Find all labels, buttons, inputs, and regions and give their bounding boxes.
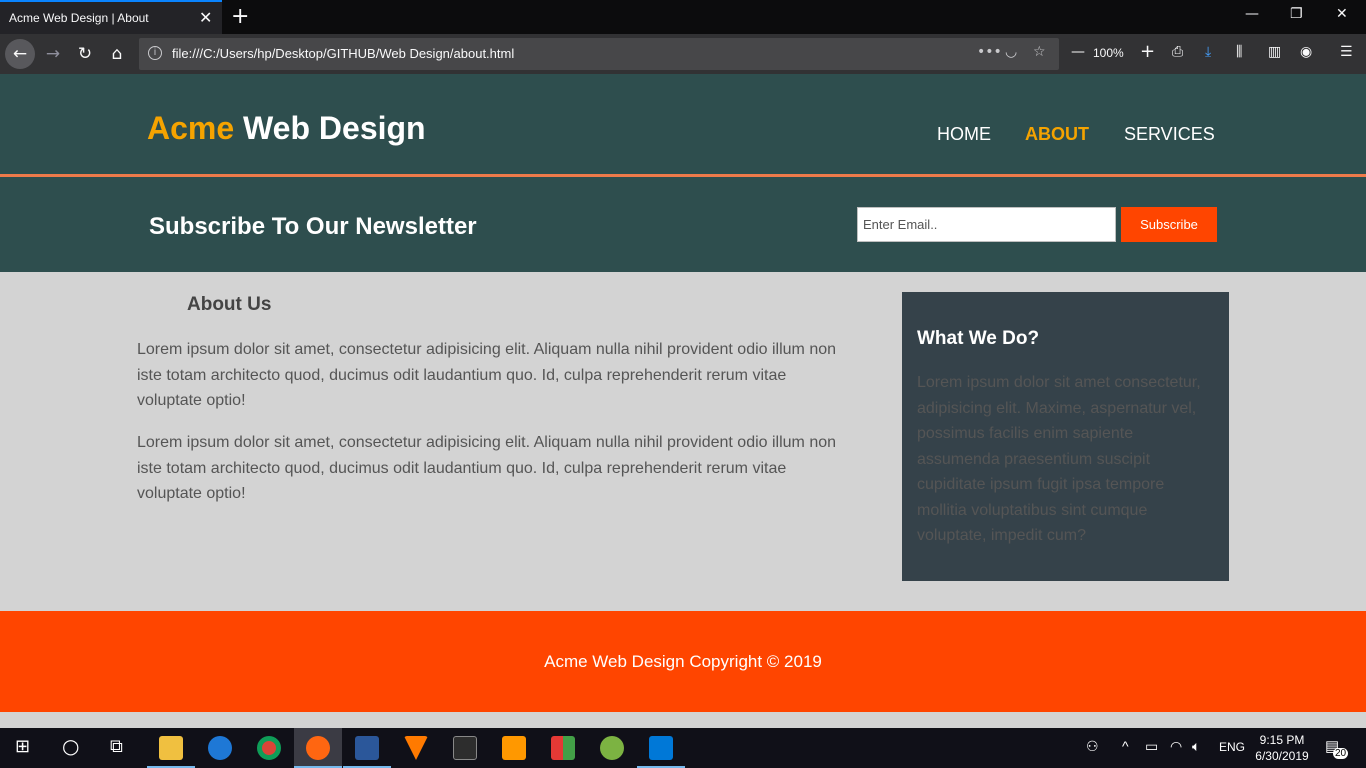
windows-start-icon[interactable]: ⊞ <box>15 736 30 757</box>
android-studio-icon[interactable] <box>600 736 624 760</box>
restore-icon[interactable]: ❐ <box>1290 6 1303 22</box>
minimize-icon[interactable]: — <box>1245 6 1259 22</box>
sublime-text-icon[interactable] <box>502 736 526 760</box>
bookmark-star-icon[interactable]: ☆ <box>1033 44 1046 60</box>
menu-icon[interactable]: ☰ <box>1340 44 1353 60</box>
sidebar-heading: What We Do? <box>917 328 1040 349</box>
zoom-level[interactable]: 100% <box>1093 46 1124 60</box>
nav-about[interactable]: ABOUT <box>1025 124 1089 145</box>
web-page: Acme Web Design HOME ABOUT SERVICES Subs… <box>0 74 1366 728</box>
edge-icon[interactable] <box>208 736 232 760</box>
forward-icon[interactable]: → <box>39 40 67 68</box>
clock-time: 9:15 PM <box>1259 733 1305 747</box>
logo-rest: Web Design <box>234 110 426 146</box>
vscode-icon[interactable] <box>649 736 673 760</box>
clock[interactable]: 9:15 PM 6/30/2019 <box>1244 732 1320 764</box>
page-actions-icon[interactable]: ••• <box>977 44 1002 60</box>
people-icon[interactable]: ⚇ <box>1086 738 1099 755</box>
taskbar: ⊞ ○ ⧉ ⚇ ^ ▭ ◠ 🔈︎ ENG 9:15 PM 6/30/2019 ▤… <box>0 728 1366 768</box>
browser-tab-active[interactable]: Acme Web Design | About ✕ <box>0 0 222 34</box>
back-icon[interactable]: ← <box>5 39 35 69</box>
file-explorer-icon[interactable] <box>159 736 183 760</box>
sidebar-icon[interactable]: ▥ <box>1268 44 1281 60</box>
address-bar[interactable]: i file:///C:/Users/hp/Desktop/GITHUB/Web… <box>139 38 1059 70</box>
library-icon[interactable]: ⫼ <box>1236 44 1242 60</box>
logo-highlight: Acme <box>147 110 235 146</box>
newsletter-section: Subscribe To Our Newsletter Subscribe <box>0 177 1366 272</box>
app-grid-icon[interactable] <box>551 736 575 760</box>
firefox-icon[interactable] <box>306 736 330 760</box>
notification-count-badge: 20 <box>1333 748 1349 759</box>
new-tab-icon[interactable]: + <box>231 4 249 29</box>
tab-title: Acme Web Design | About <box>9 11 149 25</box>
site-info-icon[interactable]: i <box>148 46 162 60</box>
site-logo[interactable]: Acme Web Design <box>147 110 426 147</box>
page-title: About Us <box>187 294 272 315</box>
word-icon[interactable] <box>355 736 379 760</box>
print-icon[interactable]: ⎙ <box>1172 44 1183 60</box>
taskbar-firefox-active[interactable] <box>294 728 342 768</box>
url-text[interactable]: file:///C:/Users/hp/Desktop/GITHUB/Web D… <box>172 46 514 61</box>
about-paragraph: Lorem ipsum dolor sit amet, consectetur … <box>137 434 837 502</box>
site-footer: Acme Web Design Copyright © 2019 <box>0 611 1366 712</box>
close-tab-icon[interactable]: ✕ <box>199 8 212 28</box>
search-icon[interactable]: ○ <box>62 734 79 758</box>
clock-date: 6/30/2019 <box>1255 749 1309 763</box>
show-hidden-icons-icon[interactable]: ^ <box>1122 738 1129 754</box>
about-paragraph: Lorem ipsum dolor sit amet, consectetur … <box>137 341 837 409</box>
newsletter-heading: Subscribe To Our Newsletter <box>149 213 477 240</box>
email-input[interactable] <box>857 207 1116 242</box>
home-icon[interactable]: ⌂ <box>103 40 131 68</box>
wifi-icon[interactable]: ◠ <box>1170 738 1182 755</box>
sidebar-text: Lorem ipsum dolor sit amet consectetur, … <box>917 374 1201 544</box>
language-indicator[interactable]: ENG <box>1219 740 1245 754</box>
sidebar-box: What We Do? Lorem ipsum dolor sit amet c… <box>902 292 1229 581</box>
reload-icon[interactable]: ↻ <box>71 40 99 68</box>
main-content: About Us Lorem ipsum dolor sit amet, con… <box>0 272 1366 611</box>
volume-icon[interactable]: 🔈︎ <box>1192 738 1200 755</box>
copyright-text: Acme Web Design Copyright © 2019 <box>544 652 822 671</box>
zoom-out-icon[interactable]: — <box>1071 44 1085 60</box>
site-header: Acme Web Design HOME ABOUT SERVICES <box>0 74 1366 177</box>
terminal-icon[interactable] <box>453 736 477 760</box>
close-window-icon[interactable]: ✕ <box>1336 6 1348 22</box>
task-view-icon[interactable]: ⧉ <box>110 736 123 757</box>
vlc-icon[interactable] <box>404 736 428 760</box>
nav-home[interactable]: HOME <box>937 124 991 145</box>
battery-icon[interactable]: ▭ <box>1145 738 1158 755</box>
zoom-in-icon[interactable]: + <box>1140 41 1155 62</box>
subscribe-button[interactable]: Subscribe <box>1121 207 1217 242</box>
nav-services[interactable]: SERVICES <box>1124 124 1215 145</box>
chrome-icon[interactable] <box>257 736 281 760</box>
tab-strip: Acme Web Design | About ✕ + — ❐ ✕ <box>0 0 1366 34</box>
navigation-toolbar: ← → ↻ ⌂ i file:///C:/Users/hp/Desktop/GI… <box>0 34 1366 74</box>
download-icon[interactable]: ⤓ <box>1205 44 1211 60</box>
account-icon[interactable]: ◉ <box>1300 44 1312 60</box>
pocket-icon[interactable]: ◡ <box>1005 44 1017 60</box>
